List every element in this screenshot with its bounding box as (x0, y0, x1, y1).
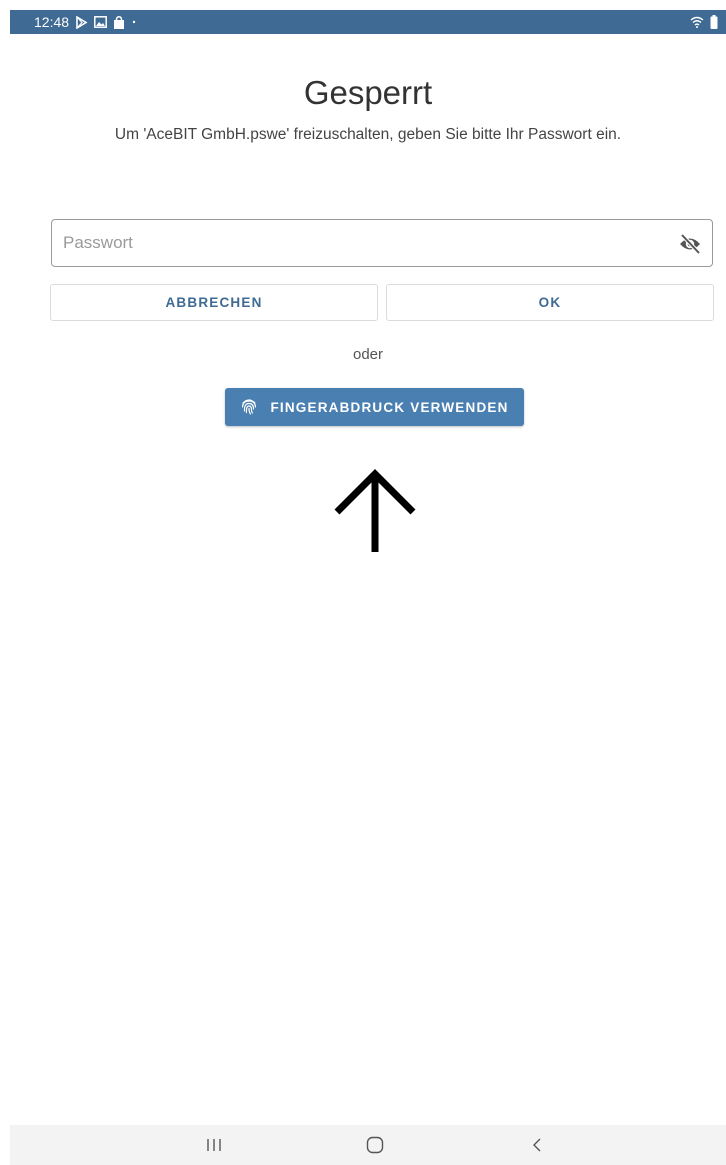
unlock-instructions: Um 'AceBIT GmbH.pswe' freizuschalten, ge… (114, 126, 622, 143)
or-separator: oder (352, 346, 384, 363)
wifi-icon (690, 16, 704, 28)
play-store-notification-icon (75, 15, 88, 29)
arrow-up-icon (334, 469, 416, 552)
status-bar: 12:48 (10, 10, 726, 34)
gallery-notification-icon (94, 16, 107, 28)
eye-off-icon[interactable] (678, 233, 702, 255)
fingerprint-button-label: FINGERABDRUCK VERWENDEN (270, 399, 509, 415)
shopping-bag-notification-icon (113, 15, 125, 29)
fingerprint-icon (240, 397, 258, 418)
cancel-button[interactable]: ABBRECHEN (50, 284, 378, 321)
ok-button[interactable]: OK (386, 284, 714, 321)
home-icon[interactable] (363, 1133, 387, 1157)
battery-icon (710, 15, 718, 29)
status-time: 12:48 (34, 14, 70, 30)
back-icon[interactable] (525, 1133, 549, 1157)
password-input[interactable] (52, 220, 712, 266)
system-nav-bar (10, 1125, 726, 1165)
use-fingerprint-button[interactable]: FINGERABDRUCK VERWENDEN (225, 388, 524, 426)
dialog-buttons: ABBRECHEN OK (50, 284, 714, 322)
more-dot-icon (131, 19, 137, 25)
recents-icon[interactable] (202, 1133, 226, 1157)
page-title: Gesperrt (303, 74, 433, 111)
password-field (51, 219, 713, 267)
